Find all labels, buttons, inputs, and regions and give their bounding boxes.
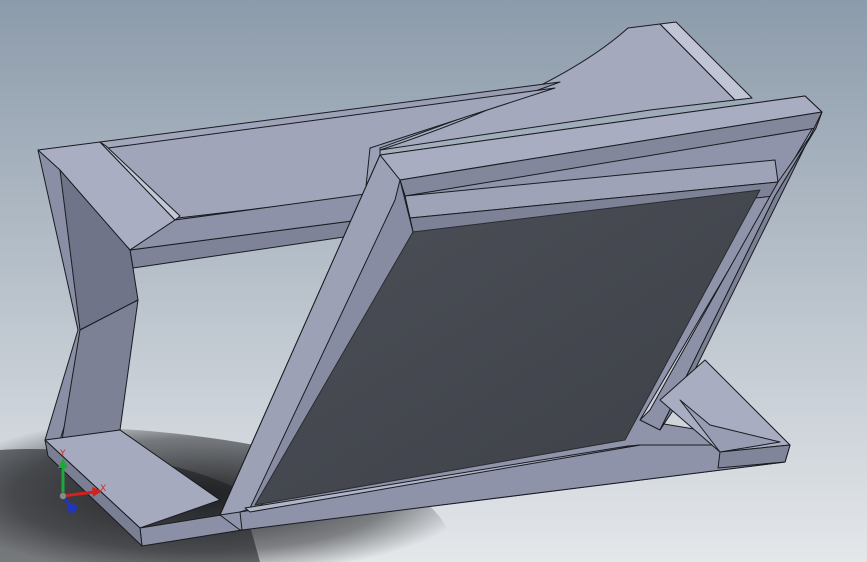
model-view[interactable]: Y X <box>0 0 867 562</box>
triad-x-label: X <box>100 484 106 494</box>
triad-y-label: Y <box>59 449 66 459</box>
graphics-viewport[interactable]: Y X <box>0 0 867 562</box>
triad-origin <box>59 492 67 500</box>
